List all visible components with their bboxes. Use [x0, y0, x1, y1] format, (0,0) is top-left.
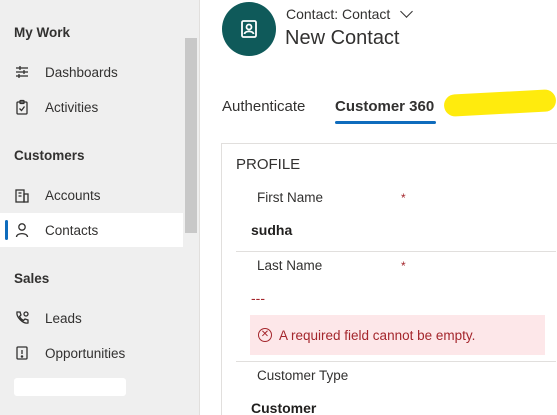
contact-card-icon	[241, 20, 257, 38]
opportunity-icon	[14, 345, 30, 361]
sidebar-scrollbar[interactable]	[185, 38, 197, 233]
section-title: PROFILE	[236, 156, 301, 173]
required-indicator: *	[401, 259, 406, 273]
error-message: A required field cannot be empty.	[279, 327, 476, 343]
group-title-customers: Customers	[14, 148, 85, 163]
first-name-field[interactable]: sudha	[251, 222, 292, 238]
last-name-label: Last Name	[257, 258, 323, 273]
redacted-tab-highlight	[443, 89, 557, 117]
group-title-sales: Sales	[14, 271, 50, 286]
field-divider	[236, 361, 556, 362]
sidebar-item-activities[interactable]: Activities	[0, 90, 183, 124]
field-error-notification: ✕ A required field cannot be empty.	[250, 315, 545, 355]
clipboard-icon	[14, 99, 30, 115]
sidebar-item-label: Dashboards	[45, 64, 118, 80]
customer-type-field[interactable]: Customer	[251, 400, 316, 415]
error-circle-icon: ✕	[258, 328, 272, 342]
tab-customer-360[interactable]: Customer 360	[335, 98, 434, 115]
phone-icon	[14, 310, 30, 326]
sidebar-item-label: Accounts	[45, 187, 101, 203]
sidebar-item-accounts[interactable]: Accounts	[0, 178, 183, 212]
chevron-down-icon	[400, 5, 414, 18]
customer-type-label: Customer Type	[257, 368, 349, 383]
building-icon	[14, 187, 30, 203]
sidebar-item-opportunities[interactable]: Opportunities	[0, 336, 183, 370]
first-name-label: First Name	[257, 190, 324, 205]
sidebar-item-label: Leads	[45, 310, 82, 326]
redacted-item	[14, 378, 126, 396]
person-icon	[14, 222, 30, 238]
required-indicator: *	[401, 191, 406, 205]
sidebar-item-dashboards[interactable]: Dashboards	[0, 55, 183, 89]
sidebar-item-label: Contacts	[45, 222, 99, 238]
active-tab-indicator	[335, 121, 436, 124]
entity-selector[interactable]: Contact: Contact	[286, 5, 414, 22]
sidebar-item-label: Opportunities	[45, 345, 126, 361]
dashboard-icon	[14, 64, 30, 80]
sidebar-item-leads[interactable]: Leads	[0, 301, 183, 335]
page-title: New Contact	[285, 27, 400, 49]
group-title-my-work: My Work	[14, 25, 71, 40]
sidebar-item-contacts[interactable]: Contacts	[0, 213, 183, 247]
contact-avatar	[222, 2, 276, 56]
sidebar: My Work Dashboards Activities Customers …	[0, 0, 200, 415]
tab-authenticate[interactable]: Authenticate	[222, 98, 305, 115]
active-indicator	[5, 220, 8, 240]
last-name-field[interactable]: ---	[251, 290, 265, 306]
entity-label: Contact: Contact	[286, 6, 391, 22]
sidebar-item-label: Activities	[45, 99, 99, 115]
field-divider	[236, 251, 556, 252]
